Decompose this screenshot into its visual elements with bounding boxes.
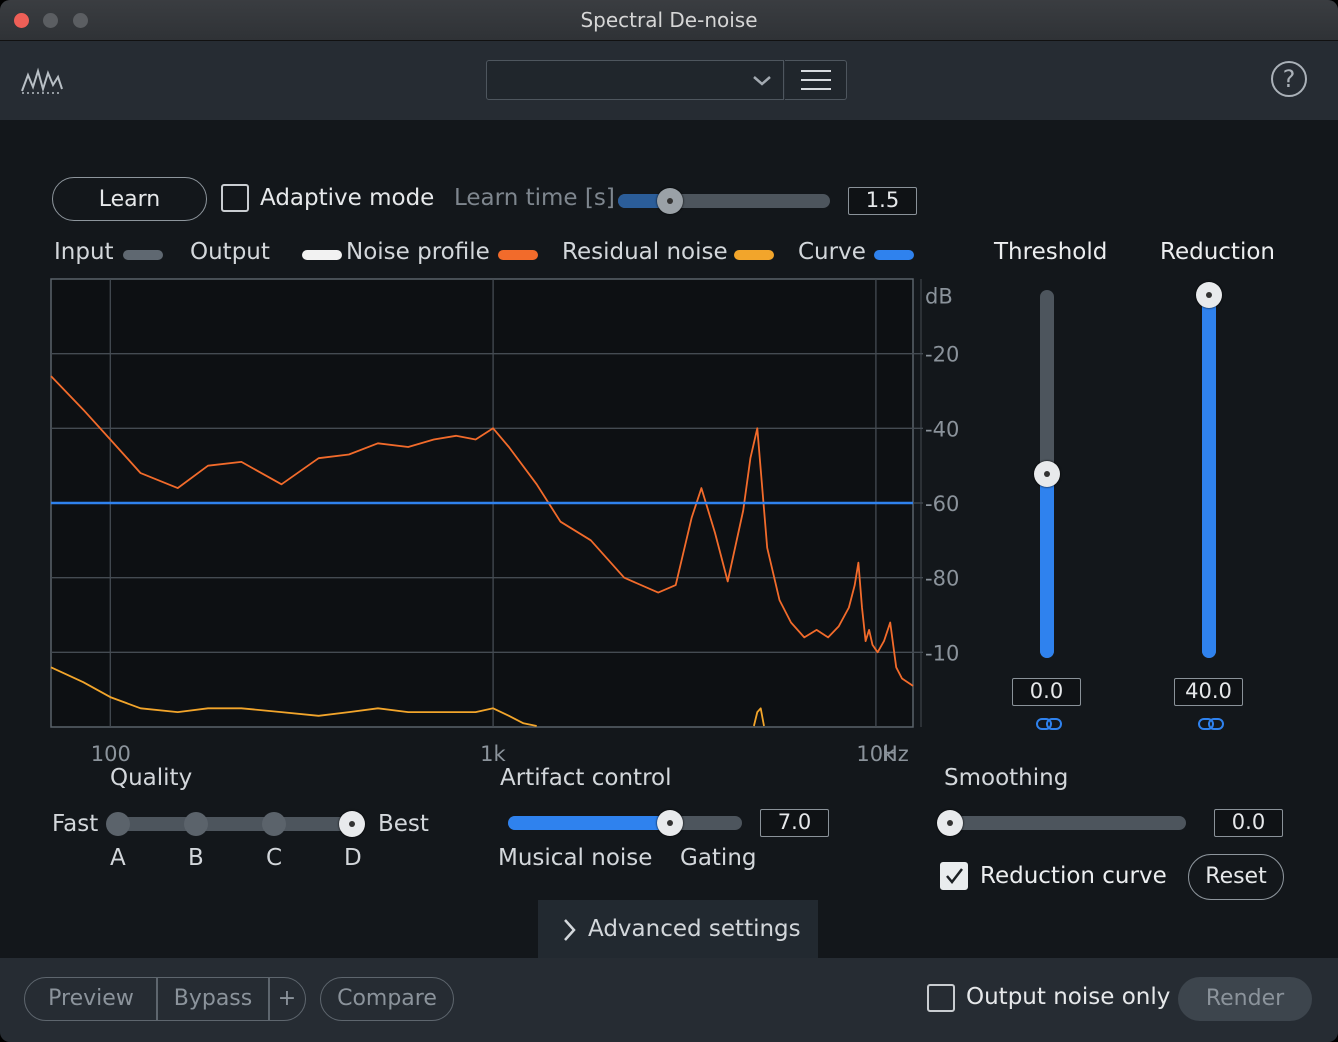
spectrum-graph[interactable]: dB -20 -40 -60 -80 -100: [50, 278, 960, 728]
learn-time-knob[interactable]: [657, 188, 684, 214]
bypass-button[interactable]: Bypass: [156, 977, 270, 1021]
threshold-knob[interactable]: [1034, 461, 1060, 487]
main-panel: Learn Adaptive mode Learn time [s] 1.5 I…: [0, 120, 1338, 958]
y-unit-label: dB: [925, 284, 953, 308]
reduction-fill: [1202, 290, 1216, 658]
smoothing-slider[interactable]: [937, 810, 1186, 836]
header-bar: ?: [0, 41, 1338, 120]
learn-button[interactable]: Learn: [52, 177, 207, 221]
quality-step-label-d: D: [344, 845, 362, 871]
quality-step-label-c: C: [266, 845, 283, 871]
reduction-label: Reduction: [1160, 239, 1275, 265]
x-tick-label-1: 1k: [480, 742, 506, 766]
preview-button[interactable]: Preview: [24, 977, 158, 1021]
quality-best-label: Best: [378, 811, 429, 837]
chevron-right-icon: [564, 919, 576, 941]
adaptive-mode-label: Adaptive mode: [260, 185, 435, 211]
render-button[interactable]: Render: [1178, 977, 1312, 1021]
y-tick-label-3: -80: [925, 567, 959, 591]
advanced-settings-toggle[interactable]: Advanced settings: [538, 900, 818, 958]
preset-menu-button[interactable]: [785, 60, 847, 100]
threshold-fill: [1040, 469, 1054, 658]
smoothing-value[interactable]: 0.0: [1214, 809, 1283, 837]
reduction-curve-checkbox[interactable]: [940, 862, 968, 890]
preset-dropdown[interactable]: [486, 60, 784, 100]
quality-step-a[interactable]: [106, 812, 130, 836]
reduction-value[interactable]: 40.0: [1174, 678, 1243, 706]
quality-label: Quality: [110, 765, 193, 791]
quality-step-label-a: A: [110, 845, 126, 871]
window-title: Spectral De-noise: [580, 8, 758, 32]
musical-noise-label: Musical noise: [498, 845, 653, 871]
footer-bar: Preview Bypass + Compare Output noise on…: [0, 958, 1338, 1042]
artifact-control-knob[interactable]: [656, 810, 683, 836]
legend-swatch-4: [874, 250, 914, 260]
quality-fast-label: Fast: [52, 811, 99, 837]
reset-button[interactable]: Reset: [1188, 854, 1284, 900]
smoothing-label: Smoothing: [944, 765, 1069, 791]
legend-label-2: Noise profile: [346, 239, 490, 265]
help-button[interactable]: ?: [1271, 61, 1307, 97]
plugin-window: Spectral De-noise ? Learn Adaptive mode …: [0, 0, 1338, 1042]
adaptive-mode-checkbox[interactable]: [221, 184, 249, 212]
learn-time-label: Learn time [s]: [454, 185, 615, 211]
smoothing-knob[interactable]: [937, 810, 963, 836]
threshold-value[interactable]: 0.0: [1012, 678, 1081, 706]
quality-step-b[interactable]: [184, 812, 208, 836]
quality-step-c[interactable]: [262, 812, 286, 836]
legend-label-0: Input: [54, 239, 114, 265]
legend-swatch-2: [498, 250, 538, 260]
y-tick-label-4: -100: [925, 641, 960, 665]
artifact-control-value[interactable]: 7.0: [760, 809, 829, 837]
reduction-knob[interactable]: [1196, 282, 1222, 308]
reduction-link-icon[interactable]: [1197, 716, 1225, 736]
reduction-curve-label: Reduction curve: [980, 863, 1167, 889]
quality-step-d[interactable]: [339, 811, 365, 837]
learn-time-slider[interactable]: [618, 188, 830, 214]
legend-swatch-0: [123, 250, 163, 260]
legend-label-3: Residual noise: [562, 239, 728, 265]
legend-swatch-3: [734, 250, 774, 260]
gating-label: Gating: [680, 845, 757, 871]
quality-step-label-b: B: [188, 845, 204, 871]
x-tick-label-0: 100: [90, 742, 131, 766]
learn-time-value[interactable]: 1.5: [848, 187, 917, 215]
quality-slider[interactable]: [108, 817, 362, 831]
threshold-slider[interactable]: [1034, 290, 1060, 658]
izotope-logo-icon: [20, 65, 64, 99]
y-tick-label-2: -60: [925, 492, 959, 516]
title-bar: Spectral De-noise: [0, 0, 1338, 41]
legend-label-4: Curve: [798, 239, 866, 265]
threshold-label: Threshold: [994, 239, 1108, 265]
x-unit-label: Hz: [882, 742, 909, 766]
advanced-settings-label: Advanced settings: [588, 916, 801, 942]
y-tick-label-1: -40: [925, 417, 959, 441]
compare-button[interactable]: Compare: [320, 977, 454, 1021]
bypass-add-button[interactable]: +: [268, 977, 306, 1021]
y-tick-label-0: -20: [925, 343, 959, 367]
legend-label-1: Output: [190, 239, 270, 265]
threshold-link-icon[interactable]: [1035, 716, 1063, 736]
artifact-control-slider[interactable]: [508, 810, 742, 836]
legend-swatch-1: [302, 250, 342, 260]
hamburger-menu-icon: [801, 70, 831, 90]
checkmark-icon: [946, 868, 963, 884]
output-noise-only-label: Output noise only: [966, 984, 1171, 1010]
reduction-slider[interactable]: [1196, 282, 1222, 658]
output-noise-only-checkbox[interactable]: [927, 984, 955, 1012]
artifact-control-label: Artifact control: [500, 765, 672, 791]
artifact-control-fill: [508, 816, 673, 830]
chevron-down-icon: [751, 70, 773, 94]
